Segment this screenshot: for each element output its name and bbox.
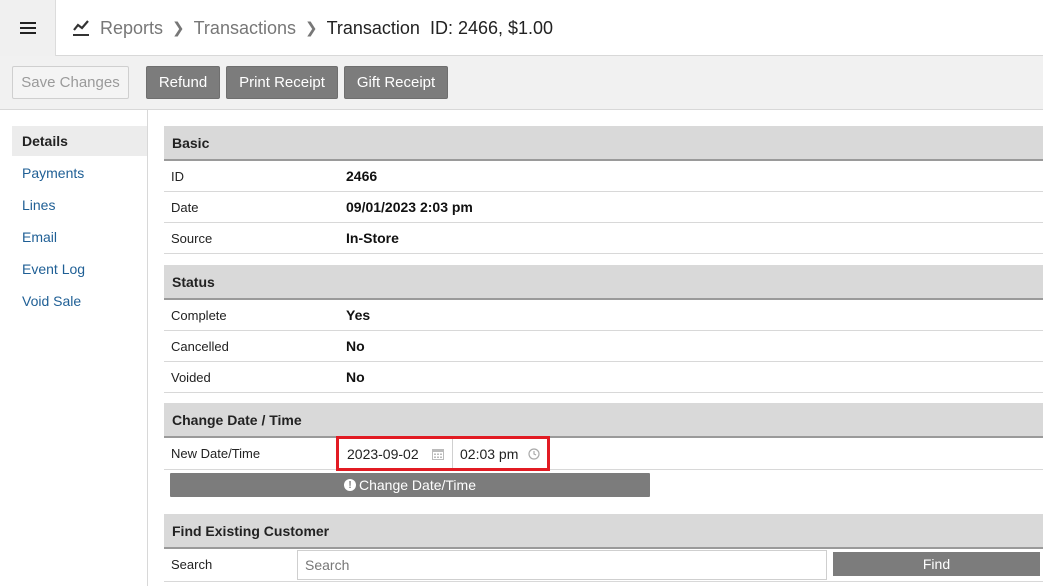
find-button[interactable]: Find — [833, 552, 1040, 576]
refund-button[interactable]: Refund — [146, 66, 220, 99]
time-value: 02:03 pm — [460, 445, 519, 462]
sidebar-nav: Details Payments Lines Email Event Log V… — [0, 110, 148, 586]
row-value: No — [346, 369, 365, 385]
app-header: Reports ❯ Transactions ❯ Transaction ID:… — [0, 0, 1043, 56]
menu-button[interactable] — [0, 0, 56, 56]
new-date-time-picker: 2023-09-02 02:03 pm — [336, 436, 550, 471]
calendar-icon[interactable] — [432, 448, 444, 460]
row-value: 2466 — [346, 168, 378, 184]
table-row: Cancelled No — [164, 331, 1043, 362]
date-input[interactable]: 2023-09-02 — [339, 439, 453, 468]
sidebar-item-lines[interactable]: Lines — [12, 190, 147, 220]
row-label: Source — [171, 230, 213, 246]
row-value: In-Store — [346, 230, 399, 246]
breadcrumb-reports[interactable]: Reports — [100, 18, 163, 39]
table-row: ID 2466 — [164, 161, 1043, 192]
sidebar-item-payments[interactable]: Payments — [12, 158, 147, 188]
row-value: Yes — [346, 307, 371, 323]
chevron-right-icon: ❯ — [304, 20, 318, 37]
save-changes-button[interactable]: Save Changes — [12, 66, 129, 99]
row-label: New Date/Time — [171, 446, 261, 461]
section-change-date-heading: Change Date / Time — [164, 403, 1043, 438]
row-label: Complete — [171, 307, 227, 323]
row-label: ID — [171, 168, 184, 184]
section-basic-heading: Basic — [164, 126, 1043, 161]
section-status-heading: Status — [164, 265, 1043, 300]
row-value: 09/01/2023 2:03 pm — [346, 199, 473, 215]
date-value: 2023-09-02 — [347, 445, 419, 462]
clock-icon[interactable] — [528, 448, 540, 460]
sidebar-item-email[interactable]: Email — [12, 222, 147, 252]
table-row: Voided No — [164, 362, 1043, 393]
table-row: New Date/Time — [164, 438, 1043, 470]
exclamation-circle-icon: ! — [344, 479, 356, 491]
table-row: Complete Yes — [164, 300, 1043, 331]
row-label: Voided — [171, 369, 211, 385]
sidebar-item-details[interactable]: Details — [12, 126, 147, 156]
breadcrumb: Reports ❯ Transactions ❯ Transaction ID:… — [72, 0, 553, 56]
table-row: Search Find — [164, 549, 1043, 582]
gift-receipt-button[interactable]: Gift Receipt — [344, 66, 448, 99]
details-panel: Basic ID 2466 Date 09/01/2023 2:03 pm So… — [164, 110, 1043, 586]
breadcrumb-transactions[interactable]: Transactions — [194, 18, 296, 39]
sidebar-item-void-sale[interactable]: Void Sale — [12, 286, 147, 316]
table-row: Date 09/01/2023 2:03 pm — [164, 192, 1043, 223]
row-label: Cancelled — [171, 338, 229, 354]
change-date-time-label: Change Date/Time — [359, 477, 476, 493]
search-label: Search — [171, 557, 213, 572]
toolbar: Save Changes Refund Print Receipt Gift R… — [0, 56, 1043, 110]
row-label: Date — [171, 199, 199, 215]
hamburger-icon — [19, 22, 36, 34]
table-row: Source In-Store — [164, 223, 1043, 254]
time-input[interactable]: 02:03 pm — [453, 439, 547, 468]
section-find-customer-heading: Find Existing Customer — [164, 514, 1043, 549]
chart-line-icon — [73, 20, 89, 36]
customer-search-input[interactable] — [297, 550, 827, 580]
sidebar-item-event-log[interactable]: Event Log — [12, 254, 147, 284]
row-value: No — [346, 338, 365, 354]
change-date-time-button[interactable]: ! Change Date/Time — [170, 473, 650, 497]
page-title: Transaction ID: 2466, $1.00 — [326, 17, 554, 38]
print-receipt-button[interactable]: Print Receipt — [226, 66, 338, 99]
chevron-right-icon: ❯ — [172, 20, 185, 37]
